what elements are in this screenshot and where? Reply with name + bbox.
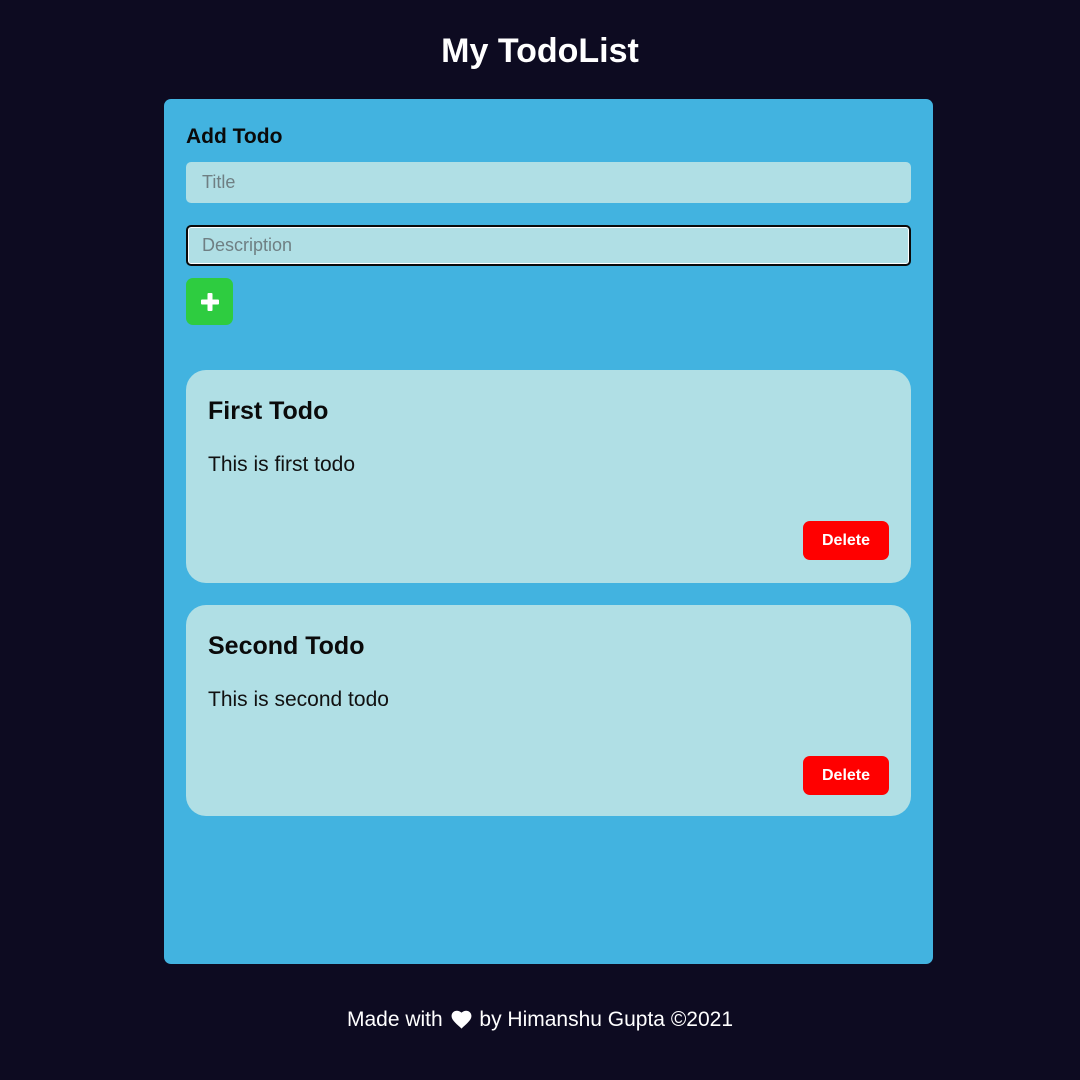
todo-item: First Todo This is first todo Delete (186, 370, 911, 583)
add-todo-button[interactable] (186, 278, 233, 325)
todo-description: This is first todo (208, 453, 356, 476)
todo-item: Second Todo This is second todo Delete (186, 605, 911, 816)
delete-button[interactable]: Delete (803, 756, 889, 795)
delete-button[interactable]: Delete (803, 521, 889, 560)
todo-description: This is second todo (208, 688, 389, 711)
todo-panel: Add Todo First Todo This is first todo D… (164, 99, 933, 964)
add-todo-heading: Add Todo (186, 125, 283, 148)
footer-text-after: by Himanshu Gupta ©2021 (479, 1008, 734, 1031)
plus-icon (200, 292, 219, 311)
todo-title: First Todo (208, 397, 329, 425)
footer: Made with by Himanshu Gupta ©2021 (0, 1006, 1080, 1037)
heart-icon (451, 1009, 472, 1037)
todo-title: Second Todo (208, 632, 365, 660)
description-input[interactable] (186, 225, 911, 266)
footer-text-before: Made with (346, 1008, 443, 1031)
page-title: My TodoList (441, 32, 639, 70)
title-input[interactable] (186, 162, 911, 203)
